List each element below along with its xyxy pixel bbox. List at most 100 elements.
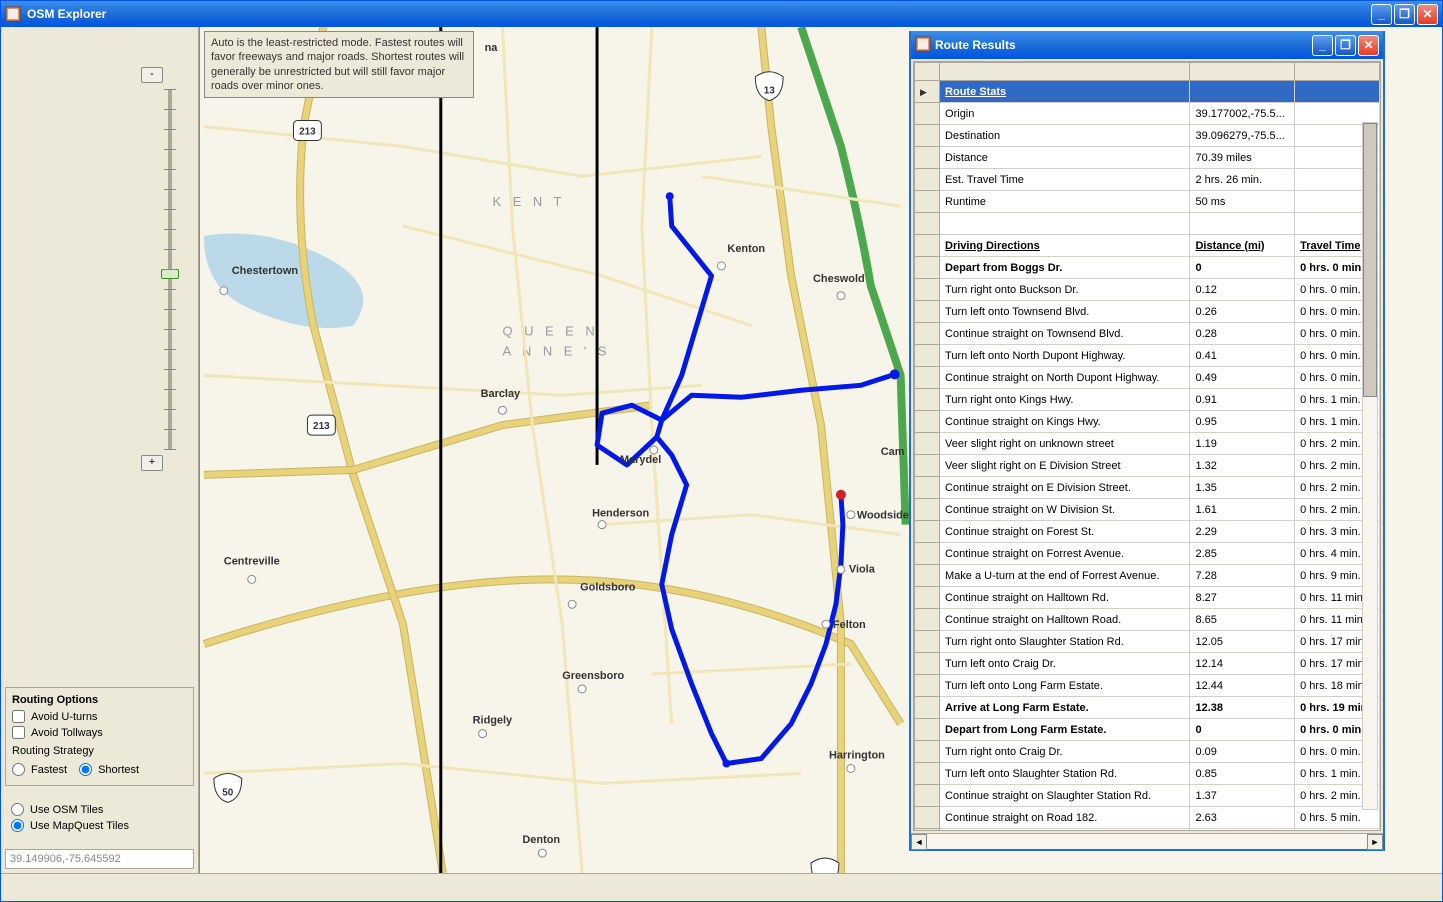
results-title: Route Results	[935, 38, 1312, 52]
svg-text:Woodside: Woodside	[857, 510, 909, 522]
table-row[interactable]: Depart from Long Farm Estate.00 hrs. 0 m…	[915, 719, 1380, 741]
svg-text:Marydel: Marydel	[620, 454, 661, 466]
mapquest-tiles-radio[interactable]: Use MapQuest Tiles	[11, 819, 188, 832]
table-row[interactable]: Destination39.096279,-75.5...	[915, 125, 1380, 147]
results-grid: ▶Route StatsOrigin39.177002,-75.5...Dest…	[914, 62, 1380, 831]
route-results-window[interactable]: Route Results _ ❐ ✕ ▶Route StatsOrigin39…	[909, 31, 1385, 851]
tile-source-box: Use OSM Tiles Use MapQuest Tiles	[5, 794, 194, 841]
results-horizontal-scrollbar[interactable]: ◄►	[911, 833, 1383, 849]
table-row[interactable]: Distance70.39 miles	[915, 147, 1380, 169]
svg-text:213: 213	[299, 126, 316, 137]
table-row[interactable]: Veer slight right on unknown street1.190…	[915, 433, 1380, 455]
shortest-radio[interactable]: Shortest	[79, 763, 139, 776]
table-row[interactable]: Continue straight on Kings Hwy.0.950 hrs…	[915, 411, 1380, 433]
results-grid-wrap[interactable]: ▶Route StatsOrigin39.177002,-75.5...Dest…	[913, 61, 1381, 831]
app-icon	[5, 6, 21, 22]
table-row[interactable]: Turn right onto Slaughter Station Rd.12.…	[915, 631, 1380, 653]
road-major-1	[204, 579, 901, 723]
routing-header: Routing Options	[12, 694, 187, 706]
table-row[interactable]: Turn left onto North Dupont Highway.0.41…	[915, 345, 1380, 367]
route-waypoint-1	[666, 192, 674, 200]
svg-text:na: na	[485, 42, 499, 54]
results-close-button[interactable]: ✕	[1358, 35, 1379, 56]
maximize-button[interactable]: ❐	[1394, 4, 1415, 25]
close-button[interactable]: ✕	[1417, 4, 1438, 25]
table-row[interactable]: Turn right onto Buckson Dr.0.120 hrs. 0 …	[915, 279, 1380, 301]
svg-text:Greensboro: Greensboro	[562, 670, 624, 682]
svg-text:213: 213	[313, 421, 330, 432]
minor-roads	[204, 27, 901, 873]
status-bar	[1, 873, 1442, 901]
route-destination	[836, 490, 846, 500]
fastest-radio[interactable]: Fastest	[12, 763, 67, 776]
routing-options-box: Routing Options Avoid U-turns Avoid Toll…	[5, 687, 194, 786]
svg-text:Felton: Felton	[833, 619, 866, 631]
avoid-tollways-checkbox[interactable]: Avoid Tollways	[12, 726, 187, 739]
route-waypoint-2	[722, 760, 730, 768]
zoom-in-button[interactable]: +	[141, 455, 163, 471]
table-row[interactable]: Est. Travel Time2 hrs. 26 min.	[915, 169, 1380, 191]
main-titlebar[interactable]: OSM Explorer _ ❐ ✕	[1, 1, 1442, 27]
county-queen-annes-1: Q U E E N	[503, 324, 599, 339]
svg-text:Barclay: Barclay	[481, 388, 521, 400]
coordinate-display: 39.149906,-75.645592	[5, 849, 194, 869]
table-row[interactable]: Driving DirectionsDistance (mi)Travel Ti…	[915, 235, 1380, 257]
results-maximize-button[interactable]: ❐	[1335, 35, 1356, 56]
sidebar: - + Routing Options Avoid U-turns Avoid …	[1, 27, 199, 873]
svg-text:Ridgely: Ridgely	[473, 715, 513, 727]
city-markers: Chestertown Centreville Kenton Cheswold …	[220, 42, 909, 857]
zoom-track[interactable]	[168, 89, 172, 449]
table-row[interactable]	[915, 213, 1380, 235]
table-row[interactable]: Continue straight on Slaughter Station R…	[915, 785, 1380, 807]
svg-text:Chestertown: Chestertown	[232, 265, 298, 277]
table-row[interactable]: Turn right onto Craig Dr.0.090 hrs. 0 mi…	[915, 741, 1380, 763]
table-row[interactable]: Continue straight on E Division Street.1…	[915, 477, 1380, 499]
results-minimize-button[interactable]: _	[1312, 35, 1333, 56]
svg-text:Henderson: Henderson	[592, 508, 649, 520]
table-row[interactable]: Depart from Boggs Dr.00 hrs. 0 min.	[915, 257, 1380, 279]
app-title: OSM Explorer	[27, 7, 1371, 21]
table-row[interactable]: Veer slight right on E Division Street1.…	[915, 455, 1380, 477]
table-row[interactable]: Arrive at Long Farm Estate.12.380 hrs. 1…	[915, 697, 1380, 719]
table-row[interactable]: Continue straight on Halltown Rd.8.270 h…	[915, 587, 1380, 609]
svg-text:Harrington: Harrington	[829, 750, 885, 762]
table-row[interactable]: Turn left onto Craig Dr.12.140 hrs. 17 m…	[915, 653, 1380, 675]
mode-tooltip: Auto is the least-restricted mode. Faste…	[204, 31, 474, 98]
table-row[interactable]: Continue straight on Road 182.2.630 hrs.…	[915, 807, 1380, 829]
osm-tiles-radio[interactable]: Use OSM Tiles	[11, 803, 188, 816]
table-row[interactable]: Continue straight on Halltown Road.8.650…	[915, 609, 1380, 631]
results-vertical-scrollbar[interactable]	[1362, 122, 1378, 810]
minimize-button[interactable]: _	[1371, 4, 1392, 25]
table-row[interactable]: Continue straight on W Division St.1.610…	[915, 499, 1380, 521]
zoom-out-button[interactable]: -	[141, 67, 163, 83]
svg-text:Cam: Cam	[881, 446, 905, 458]
avoid-uturns-checkbox[interactable]: Avoid U-turns	[12, 710, 187, 723]
table-row[interactable]: Make a U-turn at the end of Forrest Aven…	[915, 565, 1380, 587]
svg-text:Kenton: Kenton	[727, 243, 765, 255]
table-row[interactable]: Continue straight on Forrest Avenue.2.85…	[915, 543, 1380, 565]
water-chester-river	[204, 234, 363, 329]
table-row[interactable]: ▶Route Stats	[915, 81, 1380, 103]
svg-text:Denton: Denton	[522, 834, 560, 846]
table-row[interactable]: Origin39.177002,-75.5...	[915, 103, 1380, 125]
table-row[interactable]: Turn left onto Townsend Blvd.0.260 hrs. …	[915, 301, 1380, 323]
table-row[interactable]: Turn left onto Main St.2.940 hrs. 5 min.	[915, 829, 1380, 832]
table-row[interactable]: Turn right onto Kings Hwy.0.910 hrs. 1 m…	[915, 389, 1380, 411]
table-row[interactable]: Runtime50 ms	[915, 191, 1380, 213]
table-row[interactable]: Continue straight on Townsend Blvd.0.280…	[915, 323, 1380, 345]
table-row[interactable]: Continue straight on North Dupont Highwa…	[915, 367, 1380, 389]
county-queen-annes-2: A N N E ' S	[503, 343, 611, 358]
svg-text:Cheswold: Cheswold	[813, 273, 865, 285]
zoom-handle[interactable]	[161, 269, 179, 279]
window-controls: _ ❐ ✕	[1371, 4, 1438, 25]
svg-text:50: 50	[222, 787, 234, 798]
table-row[interactable]: Turn left onto Slaughter Station Rd.0.85…	[915, 763, 1380, 785]
svg-text:13: 13	[819, 872, 831, 873]
table-row[interactable]: Continue straight on Forest St.2.290 hrs…	[915, 521, 1380, 543]
results-titlebar[interactable]: Route Results _ ❐ ✕	[911, 31, 1383, 59]
zoom-slider-area: - +	[1, 27, 198, 447]
results-icon	[915, 36, 931, 55]
svg-text:13: 13	[764, 86, 776, 97]
table-row[interactable]: Turn left onto Long Farm Estate.12.440 h…	[915, 675, 1380, 697]
app-window: OSM Explorer _ ❐ ✕ - + Routing Options A…	[0, 0, 1443, 902]
